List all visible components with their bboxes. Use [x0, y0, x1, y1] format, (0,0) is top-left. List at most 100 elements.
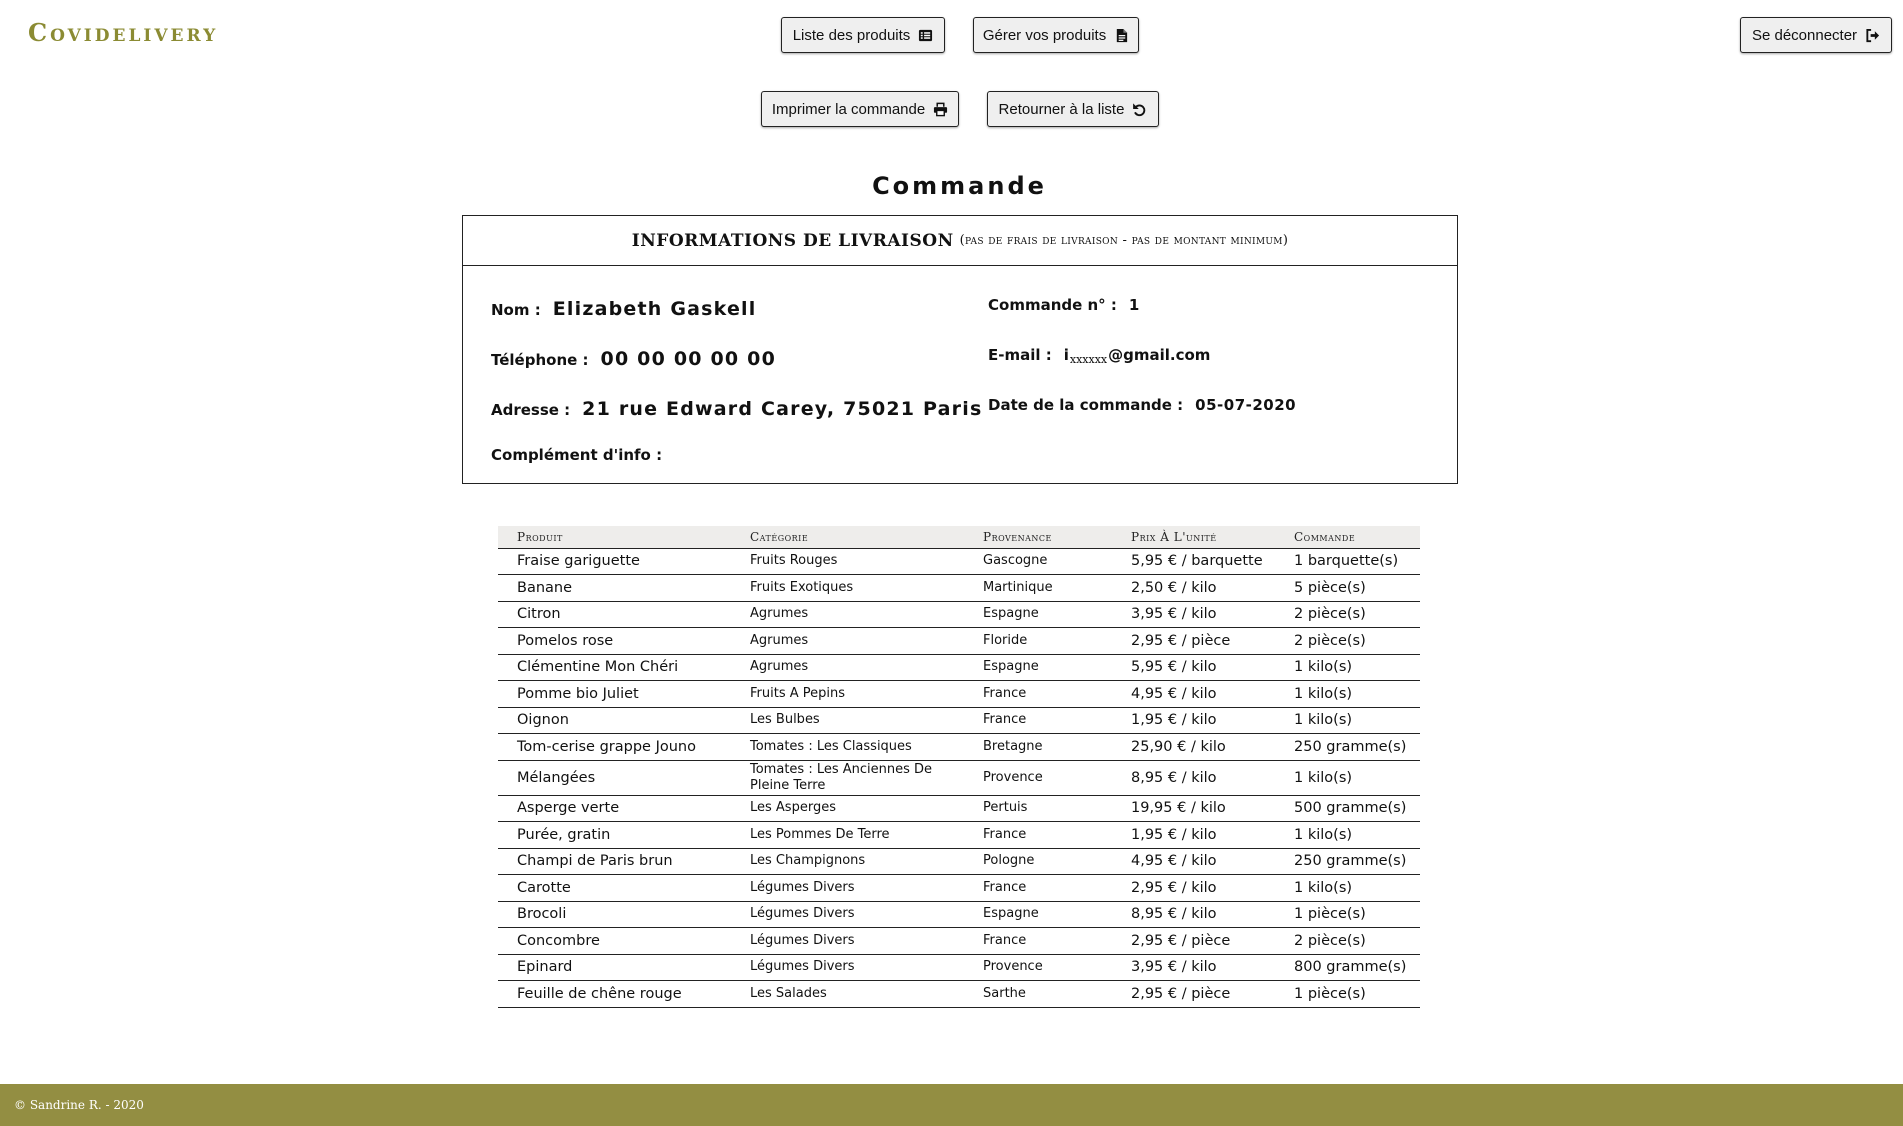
cell-origin: Espagne [964, 601, 1112, 628]
cell-order-quantity: 1 pièce(s) [1275, 980, 1420, 1008]
cell-order-quantity: 1 pièce(s) [1275, 901, 1420, 928]
cell-category: Légumes Divers [731, 954, 964, 981]
cell-order-quantity: 1 kilo(s) [1275, 680, 1420, 708]
back-to-list-button[interactable]: Retourner à la liste [987, 91, 1159, 127]
email-value: ixxxxxx@gmail.com [1064, 346, 1211, 366]
column-header-order: Commande [1275, 526, 1420, 548]
phone-value: 00 00 00 00 00 [600, 348, 776, 370]
cell-origin: France [964, 874, 1112, 902]
cell-order-quantity: 5 pièce(s) [1275, 574, 1420, 602]
cell-unit-price: 3,95 € / kilo [1112, 601, 1275, 628]
cell-origin: France [964, 707, 1112, 734]
logout-label: Se déconnecter [1751, 26, 1858, 44]
email-domain: @gmail.com [1108, 346, 1211, 364]
email-prefix: i [1063, 346, 1069, 364]
cell-order-quantity: 500 gramme(s) [1275, 795, 1420, 822]
table-row: Pomelos rose Agrumes Floride 2,95 € / pièce… [498, 627, 1420, 655]
cell-unit-price: 5,95 € / kilo [1112, 654, 1275, 681]
cell-category: Les Bulbes [731, 707, 964, 734]
back-to-list-label: Retourner à la liste [998, 100, 1125, 118]
cell-category: Fruits Rouges [731, 547, 964, 575]
print-order-button[interactable]: Imprimer la commande [761, 91, 959, 127]
cell-unit-price: 3,95 € / kilo [1112, 954, 1275, 981]
cell-product: Clémentine Mon Chéri [498, 654, 731, 681]
cell-category: Agrumes [731, 627, 964, 655]
column-header-unit-price: Prix À L'unité [1112, 526, 1275, 548]
cell-origin: Provence [964, 954, 1112, 981]
cell-origin: Espagne [964, 901, 1112, 928]
delivery-header-subtitle: (pas de frais de livraison - pas de mont… [959, 233, 1289, 248]
cell-category: Les Pommes De Terre [731, 821, 964, 849]
cell-origin: Martinique [964, 574, 1112, 602]
table-row: Carotte Légumes Divers France 2,95 € / kilo… [498, 874, 1420, 902]
cell-unit-price: 2,95 € / pièce [1112, 927, 1275, 955]
table-row: Tom-cerise grappe Jouno Tomates : Les Cla… [498, 733, 1420, 761]
brand-logo[interactable]: Covidelivery [28, 18, 218, 47]
cell-order-quantity: 2 pièce(s) [1275, 627, 1420, 655]
table-row: Purée, gratin Les Pommes De Terre France 1,… [498, 821, 1420, 849]
logout-button[interactable]: Se déconnecter [1740, 17, 1892, 53]
name-value: Elizabeth Gaskell [552, 298, 757, 320]
cell-order-quantity: 1 kilo(s) [1275, 654, 1420, 681]
cell-order-quantity: 1 kilo(s) [1275, 760, 1420, 796]
cell-order-quantity: 1 kilo(s) [1275, 821, 1420, 849]
cell-unit-price: 1,95 € / kilo [1112, 821, 1275, 849]
cell-origin: Gascogne [964, 547, 1112, 575]
cell-unit-price: 4,95 € / kilo [1112, 680, 1275, 708]
cell-order-quantity: 250 gramme(s) [1275, 848, 1420, 875]
table-row: Oignon Les Bulbes France 1,95 € / kilo 1 kil… [498, 707, 1420, 734]
delivery-info-header: INFORMATIONS DE LIVRAISON (pas de frais … [463, 216, 1457, 266]
cell-category: Légumes Divers [731, 874, 964, 902]
order-date-label: Date de la commande : [988, 396, 1184, 414]
cell-category: Les Salades [731, 980, 964, 1008]
delivery-header-title: INFORMATIONS DE LIVRAISON [631, 230, 954, 251]
cell-unit-price: 2,50 € / kilo [1112, 574, 1275, 602]
table-header-row: Produit Catégorie Provenance Prix À L'un… [498, 526, 1420, 548]
table-row: Concombre Légumes Divers France 2,95 € / pi… [498, 927, 1420, 955]
cell-order-quantity: 250 gramme(s) [1275, 733, 1420, 761]
cell-product: Carotte [498, 874, 731, 902]
product-list-button[interactable]: Liste des produits [781, 17, 945, 53]
cell-category: Fruits Exotiques [731, 574, 964, 602]
list-icon [918, 28, 933, 43]
cell-order-quantity: 1 kilo(s) [1275, 874, 1420, 902]
cell-origin: Pertuis [964, 795, 1112, 822]
cell-product: Champi de Paris brun [498, 848, 731, 875]
cell-unit-price: 2,95 € / pièce [1112, 627, 1275, 655]
file-icon [1114, 28, 1129, 43]
email-mask: xxxxxx [1069, 353, 1108, 366]
cell-category: Légumes Divers [731, 927, 964, 955]
cell-unit-price: 19,95 € / kilo [1112, 795, 1275, 822]
phone-label: Téléphone : [491, 351, 589, 369]
cell-order-quantity: 1 barquette(s) [1275, 547, 1420, 575]
cell-category: Les Asperges [731, 795, 964, 822]
order-number-label: Commande n° : [988, 296, 1117, 314]
table-row: Clémentine Mon Chéri Agrumes Espagne 5,95 €… [498, 654, 1420, 681]
table-row: Banane Fruits Exotiques Martinique 2,50 € /… [498, 574, 1420, 602]
cell-unit-price: 4,95 € / kilo [1112, 848, 1275, 875]
cell-product: Brocoli [498, 901, 731, 928]
delivery-info-panel: INFORMATIONS DE LIVRAISON (pas de frais … [462, 215, 1458, 484]
cell-product: Oignon [498, 707, 731, 734]
cell-origin: Bretagne [964, 733, 1112, 761]
page-title: Commande [872, 172, 1047, 200]
table-body: Fraise gariguette Fruits Rouges Gascogne 5,… [498, 547, 1420, 1008]
cell-origin: Espagne [964, 654, 1112, 681]
order-number-value: 1 [1128, 296, 1140, 314]
cell-product: Pomelos rose [498, 627, 731, 655]
cell-origin: France [964, 821, 1112, 849]
cell-product: Epinard [498, 954, 731, 981]
cell-product: Tom-cerise grappe Jouno [498, 733, 731, 761]
cell-category: Agrumes [731, 654, 964, 681]
table-row: Pomme bio Juliet Fruits A Pepins France 4,9… [498, 680, 1420, 708]
undo-icon [1132, 102, 1147, 117]
print-icon [933, 102, 948, 117]
footer: © Sandrine R. - 2020 [0, 1084, 1903, 1126]
cell-product: Purée, gratin [498, 821, 731, 849]
cell-order-quantity: 800 gramme(s) [1275, 954, 1420, 981]
cell-order-quantity: 1 kilo(s) [1275, 707, 1420, 734]
cell-category: Les Champignons [731, 848, 964, 875]
table-row: Mélangées Tomates : Les Anciennes De Plei… [498, 760, 1420, 796]
manage-products-button[interactable]: Gérer vos produits [973, 17, 1139, 53]
footer-copyright: © Sandrine R. - 2020 [14, 1098, 144, 1112]
